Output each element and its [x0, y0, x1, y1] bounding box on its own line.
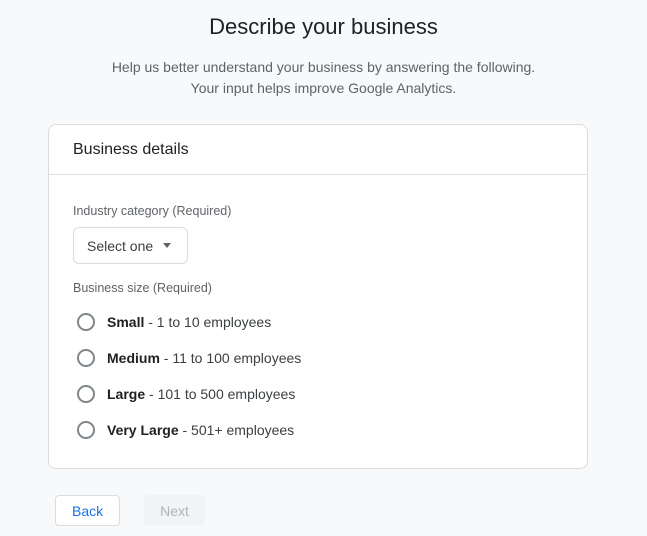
radio-option-label: Large - 101 to 500 employees	[107, 386, 296, 402]
radio-option-small[interactable]: Small - 1 to 10 employees	[73, 304, 563, 340]
radio-option-large[interactable]: Large - 101 to 500 employees	[73, 376, 563, 412]
caret-down-icon	[163, 243, 172, 248]
industry-category-dropdown[interactable]: Select one	[73, 227, 189, 264]
footer-actions: Back Next	[55, 495, 647, 526]
radio-button-large[interactable]	[77, 385, 95, 403]
business-size-label: Business size (Required)	[73, 281, 212, 295]
radio-option-label: Small - 1 to 10 employees	[107, 314, 272, 330]
radio-option-label: Medium - 11 to 100 employees	[107, 350, 302, 366]
card-title: Business details	[73, 140, 189, 158]
card-body: Industry category (Required) Select one …	[49, 175, 587, 468]
business-size-radio-group: Small - 1 to 10 employees Medium - 11 to…	[73, 304, 563, 448]
radio-option-very-large[interactable]: Very Large - 501+ employees	[73, 412, 563, 448]
industry-category-label: Industry category (Required)	[73, 204, 232, 218]
card-header: Business details	[49, 125, 587, 175]
page-header: Describe your business Help us better un…	[0, 0, 647, 99]
radio-option-label: Very Large - 501+ employees	[107, 422, 295, 438]
back-button[interactable]: Back	[55, 495, 121, 526]
page-subtitle-line2: Your input helps improve Google Analytic…	[190, 80, 457, 96]
industry-category-dropdown-value: Select one	[87, 237, 154, 254]
next-button[interactable]: Next	[144, 495, 205, 526]
radio-button-very-large[interactable]	[77, 421, 95, 439]
radio-button-medium[interactable]	[77, 349, 95, 367]
radio-option-medium[interactable]: Medium - 11 to 100 employees	[73, 340, 563, 376]
page-title: Describe your business	[209, 14, 438, 39]
page-subtitle: Help us better understand your business …	[0, 57, 647, 99]
radio-button-small[interactable]	[77, 313, 95, 331]
page-subtitle-line1: Help us better understand your business …	[111, 59, 536, 75]
business-details-card: Business details Industry category (Requ…	[48, 124, 588, 469]
